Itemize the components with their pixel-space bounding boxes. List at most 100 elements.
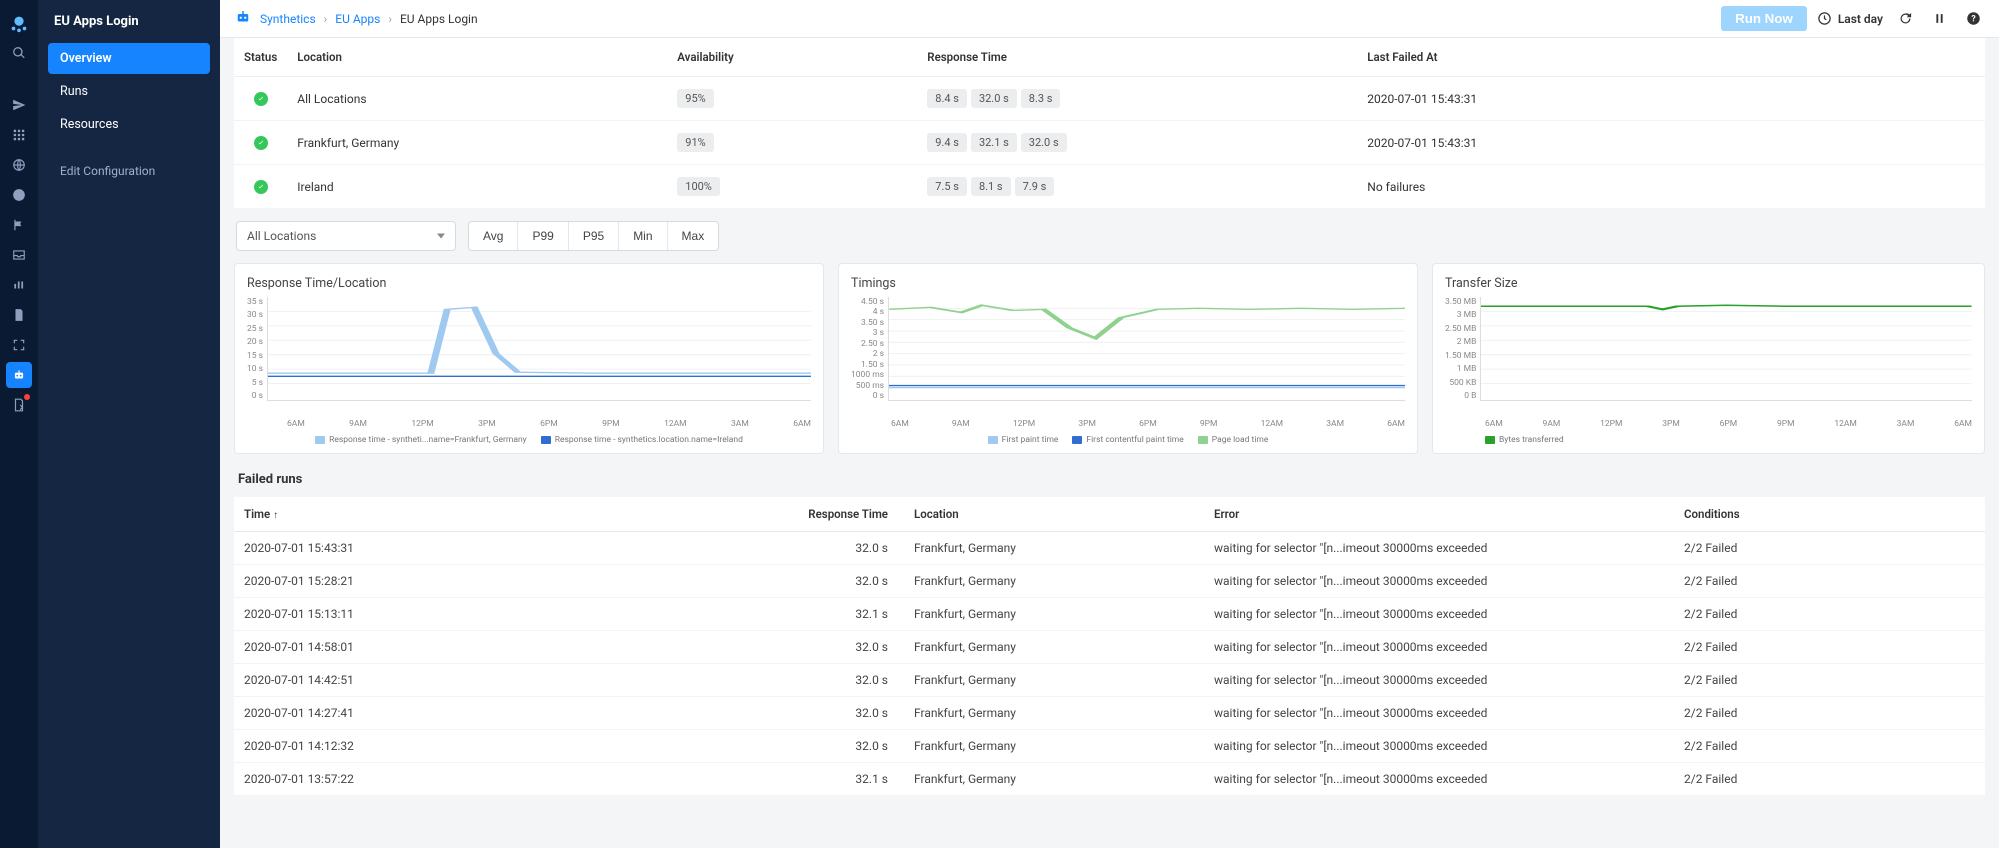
table-row[interactable]: 2020-07-01 15:28:21 32.0 s Frankfurt, Ge… xyxy=(234,565,1985,598)
availability-badge: 91% xyxy=(677,133,713,152)
cell-conditions: 2/2 Failed xyxy=(1674,664,1985,697)
help-icon[interactable]: ? xyxy=(1961,7,1985,31)
expand-icon[interactable] xyxy=(6,332,32,358)
cell-time: 2020-07-01 14:42:51 xyxy=(234,664,774,697)
cell-conditions: 2/2 Failed xyxy=(1674,631,1985,664)
bars-icon[interactable] xyxy=(6,272,32,298)
svg-text:?: ? xyxy=(1971,15,1976,25)
search-icon[interactable] xyxy=(6,40,32,66)
stat-min[interactable]: Min xyxy=(619,222,667,250)
crumb-synthetics[interactable]: Synthetics xyxy=(260,12,316,26)
col-time[interactable]: Time ↑ xyxy=(234,497,774,532)
pause-icon[interactable] xyxy=(1927,7,1951,31)
col-response-time[interactable]: Response Time xyxy=(774,497,904,532)
col-status: Status xyxy=(234,38,287,77)
table-row[interactable]: 2020-07-01 14:27:41 32.0 s Frankfurt, Ge… xyxy=(234,697,1985,730)
robot-icon xyxy=(234,8,252,29)
legend-item: Response time - synthetics.location.name… xyxy=(555,435,743,445)
table-row[interactable]: 2020-07-01 14:12:32 32.0 s Frankfurt, Ge… xyxy=(234,730,1985,763)
col-location: Location xyxy=(287,38,667,77)
info-icon[interactable] xyxy=(6,182,32,208)
cell-error: waiting for selector "[n...imeout 30000m… xyxy=(1204,697,1674,730)
export-icon[interactable] xyxy=(6,392,32,418)
globe-icon[interactable] xyxy=(6,152,32,178)
table-row[interactable]: Frankfurt, Germany 91% 9.4 s32.1 s32.0 s… xyxy=(234,121,1985,165)
cell-error: waiting for selector "[n...imeout 30000m… xyxy=(1204,565,1674,598)
cell-last-failed: No failures xyxy=(1357,165,1985,209)
table-row[interactable]: Ireland 100% 7.5 s8.1 s7.9 s No failures xyxy=(234,165,1985,209)
table-row[interactable]: 2020-07-01 13:57:22 32.1 s Frankfurt, Ge… xyxy=(234,763,1985,796)
stat-max[interactable]: Max xyxy=(668,222,719,250)
cell-location: Frankfurt, Germany xyxy=(287,121,667,165)
sidebar-item-resources[interactable]: Resources xyxy=(48,109,210,140)
cell-time: 2020-07-01 15:13:11 xyxy=(234,598,774,631)
chart-title: Transfer Size xyxy=(1445,276,1972,291)
col-last-failed: Last Failed At xyxy=(1357,38,1985,77)
cell-location: Frankfurt, Germany xyxy=(904,697,1204,730)
inbox-icon[interactable] xyxy=(6,242,32,268)
time-range-label: Last day xyxy=(1838,12,1883,26)
chevron-right-icon: › xyxy=(388,12,392,26)
sidebar: EU Apps Login Overview Runs Resources Ed… xyxy=(38,0,220,848)
app-title: EU Apps Login xyxy=(48,12,210,43)
stat-p99[interactable]: P99 xyxy=(518,222,568,250)
rt-badge: 8.1 s xyxy=(971,177,1011,196)
run-now-button[interactable]: Run Now xyxy=(1721,6,1807,31)
table-row[interactable]: 2020-07-01 15:43:31 32.0 s Frankfurt, Ge… xyxy=(234,532,1985,565)
cell-rt: 32.0 s xyxy=(774,631,904,664)
col-location[interactable]: Location xyxy=(904,497,1204,532)
stat-segmented: AvgP99P95MinMax xyxy=(468,221,719,251)
table-row[interactable]: 2020-07-01 15:13:11 32.1 s Frankfurt, Ge… xyxy=(234,598,1985,631)
cell-error: waiting for selector "[n...imeout 30000m… xyxy=(1204,598,1674,631)
file-icon[interactable] xyxy=(6,302,32,328)
crumb-current: EU Apps Login xyxy=(400,12,478,26)
col-conditions[interactable]: Conditions xyxy=(1674,497,1985,532)
failed-runs-title: Failed runs xyxy=(234,454,1985,497)
cell-time: 2020-07-01 14:27:41 xyxy=(234,697,774,730)
cell-location: Ireland xyxy=(287,165,667,209)
col-error[interactable]: Error xyxy=(1204,497,1674,532)
cell-rt: 32.0 s xyxy=(774,730,904,763)
rt-badge: 9.4 s xyxy=(927,133,967,152)
table-row[interactable]: 2020-07-01 14:58:01 32.0 s Frankfurt, Ge… xyxy=(234,631,1985,664)
availability-badge: 95% xyxy=(677,89,713,108)
cell-time: 2020-07-01 15:43:31 xyxy=(234,532,774,565)
cell-location: Frankfurt, Germany xyxy=(904,598,1204,631)
cell-conditions: 2/2 Failed xyxy=(1674,598,1985,631)
cell-time: 2020-07-01 13:57:22 xyxy=(234,763,774,796)
table-row[interactable]: All Locations 95% 8.4 s32.0 s8.3 s 2020-… xyxy=(234,77,1985,121)
crumb-euapps[interactable]: EU Apps xyxy=(335,12,380,26)
robot-icon[interactable] xyxy=(6,362,32,388)
stat-avg[interactable]: Avg xyxy=(469,222,518,250)
sidebar-edit-configuration[interactable]: Edit Configuration xyxy=(48,156,210,186)
cell-error: waiting for selector "[n...imeout 30000m… xyxy=(1204,664,1674,697)
cell-rt: 32.0 s xyxy=(774,565,904,598)
location-select[interactable]: All Locations xyxy=(236,221,456,251)
legend-item: First contentful paint time xyxy=(1086,435,1183,445)
chart-title: Timings xyxy=(851,276,1405,291)
cell-location: Frankfurt, Germany xyxy=(904,763,1204,796)
cell-conditions: 2/2 Failed xyxy=(1674,730,1985,763)
sort-ascending-icon: ↑ xyxy=(273,510,278,521)
grid-icon[interactable] xyxy=(6,122,32,148)
breadcrumb: Synthetics › EU Apps › EU Apps Login xyxy=(234,8,1711,29)
send-icon[interactable] xyxy=(6,92,32,118)
logo-icon[interactable] xyxy=(6,10,32,36)
cell-time: 2020-07-01 14:58:01 xyxy=(234,631,774,664)
cell-error: waiting for selector "[n...imeout 30000m… xyxy=(1204,631,1674,664)
availability-badge: 100% xyxy=(677,177,720,196)
sidebar-item-runs[interactable]: Runs xyxy=(48,76,210,107)
legend-item: First paint time xyxy=(1002,435,1059,445)
table-row[interactable]: 2020-07-01 14:42:51 32.0 s Frankfurt, Ge… xyxy=(234,664,1985,697)
failed-runs-table: Time ↑ Response Time Location Error Cond… xyxy=(234,497,1985,796)
cell-location: Frankfurt, Germany xyxy=(904,532,1204,565)
flag-icon[interactable] xyxy=(6,212,32,238)
sidebar-item-overview[interactable]: Overview xyxy=(48,43,210,74)
cell-time: 2020-07-01 14:12:32 xyxy=(234,730,774,763)
time-range-picker[interactable]: Last day xyxy=(1817,11,1883,26)
stat-p95[interactable]: P95 xyxy=(569,222,619,250)
clock-icon xyxy=(1817,11,1832,26)
chart-response-time: Response Time/Location 35 s30 s25 s20 s1… xyxy=(234,263,824,454)
cell-rt: 32.1 s xyxy=(774,763,904,796)
refresh-icon[interactable] xyxy=(1893,7,1917,31)
